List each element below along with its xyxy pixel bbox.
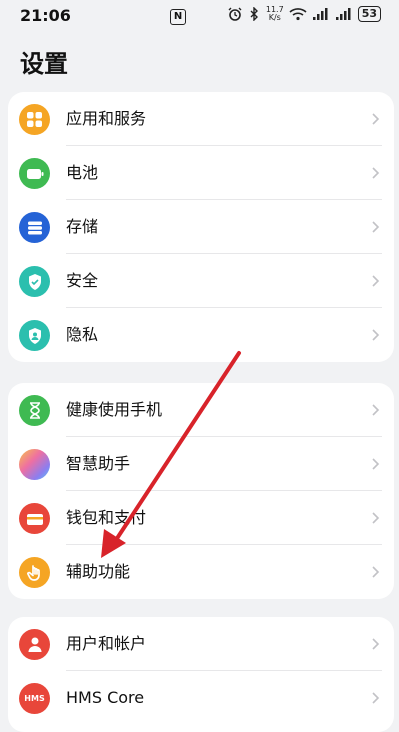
settings-group-2: 健康使用手机 智慧助手 钱包和支付 辅助功能: [8, 383, 394, 599]
settings-item-label: 隐私: [66, 325, 99, 344]
status-time: 21:06: [20, 6, 71, 25]
settings-item-wallet[interactable]: 钱包和支付: [8, 491, 394, 545]
chevron-right-icon: [372, 566, 380, 578]
settings-item-accessibility[interactable]: 辅助功能: [8, 545, 394, 599]
privacy-icon: [19, 320, 50, 351]
apps-icon: [19, 104, 50, 135]
settings-item-privacy[interactable]: 隐私: [8, 308, 394, 362]
wallet-icon: [19, 503, 50, 534]
settings-item-digital-balance[interactable]: 健康使用手机: [8, 383, 394, 437]
settings-item-apps-services[interactable]: 应用和服务: [8, 92, 394, 146]
settings-item-label: HMS Core: [66, 688, 145, 707]
hourglass-icon: [19, 395, 50, 426]
user-icon: [19, 629, 50, 660]
settings-item-users-accounts[interactable]: 用户和帐户: [8, 617, 394, 671]
chevron-right-icon: [372, 221, 380, 233]
settings-item-label: 安全: [66, 271, 99, 290]
settings-item-label: 钱包和支付: [66, 508, 147, 527]
assistant-icon: [19, 449, 50, 480]
settings-item-battery[interactable]: 电池: [8, 146, 394, 200]
chevron-right-icon: [372, 404, 380, 416]
chevron-right-icon: [372, 167, 380, 179]
status-bar: 21:06 N 11.7 K/s 53: [0, 0, 399, 34]
network-speed: 11.7 K/s: [265, 5, 284, 22]
settings-item-label: 应用和服务: [66, 109, 147, 128]
settings-item-label: 用户和帐户: [66, 634, 147, 653]
status-icons: 11.7 K/s 53: [228, 6, 381, 22]
settings-item-label: 智慧助手: [66, 454, 131, 473]
alarm-icon: [228, 7, 242, 21]
chevron-right-icon: [372, 113, 380, 125]
signal-icon: [312, 8, 328, 20]
shield-icon: [19, 266, 50, 297]
settings-group-3: 用户和帐户 HMS HMS Core: [8, 617, 394, 732]
battery-icon: [19, 158, 50, 189]
settings-item-label: 电池: [66, 163, 99, 182]
page-title: 设置: [20, 50, 68, 78]
settings-item-security[interactable]: 安全: [8, 254, 394, 308]
hms-icon: HMS: [19, 683, 50, 714]
settings-item-label: 健康使用手机: [66, 400, 163, 419]
wifi-icon: [289, 8, 307, 21]
hand-icon: [19, 557, 50, 588]
chevron-right-icon: [372, 275, 380, 287]
settings-item-label: 辅助功能: [66, 562, 131, 581]
battery-indicator: 53: [357, 6, 381, 22]
storage-icon: [19, 212, 50, 243]
signal-icon-2: [335, 8, 351, 20]
settings-item-hms-core[interactable]: HMS HMS Core: [8, 671, 394, 725]
settings-item-label: 存储: [66, 217, 99, 236]
chevron-right-icon: [372, 638, 380, 650]
chevron-right-icon: [372, 512, 380, 524]
nfc-icon: N: [170, 9, 186, 25]
settings-item-storage[interactable]: 存储: [8, 200, 394, 254]
settings-item-assistant[interactable]: 智慧助手: [8, 437, 394, 491]
bluetooth-icon: [250, 7, 258, 21]
hms-icon-text: HMS: [24, 694, 45, 703]
chevron-right-icon: [372, 692, 380, 704]
chevron-right-icon: [372, 329, 380, 341]
settings-group-1: 应用和服务 电池 存储 安全 隐私: [8, 92, 394, 362]
chevron-right-icon: [372, 458, 380, 470]
